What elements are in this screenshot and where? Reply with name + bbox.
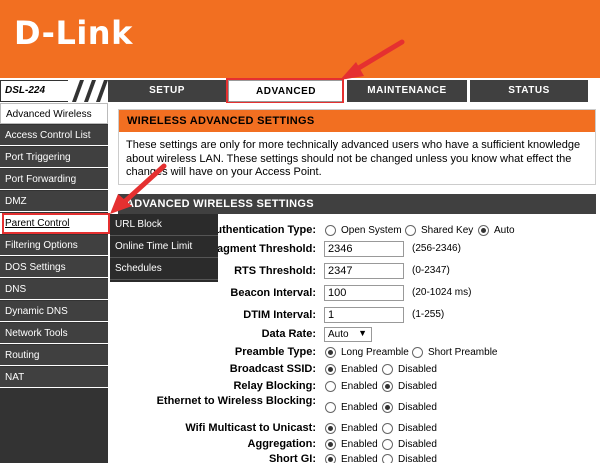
relay-blocking-label: Relay Blocking: <box>233 380 316 392</box>
sgi-enabled-label: Enabled <box>341 454 378 463</box>
wmc-disabled-label: Disabled <box>398 423 437 434</box>
frag-threshold-hint: (256-2346) <box>412 243 461 254</box>
arrow-to-advanced-icon <box>340 39 405 80</box>
rts-threshold-input[interactable]: 2347 <box>324 263 404 279</box>
tab-setup[interactable]: SETUP <box>108 80 226 102</box>
data-rate-label: Data Rate: <box>261 328 316 340</box>
sidebar-item-network-tools[interactable]: Network Tools <box>0 323 108 344</box>
aggregation-label: Aggregation: <box>247 438 316 450</box>
preamble-long-label: Long Preamble <box>341 347 409 358</box>
sidebar-item-advanced-wireless[interactable]: Advanced Wireless <box>0 103 108 124</box>
broadcast-disabled-label: Disabled <box>398 364 437 375</box>
aggr-enabled-label: Enabled <box>341 439 378 450</box>
frag-threshold-input[interactable]: 2346 <box>324 241 404 257</box>
sidebar-item-dns[interactable]: DNS <box>0 279 108 300</box>
sidebar-item-routing[interactable]: Routing <box>0 345 108 366</box>
dtim-interval-input[interactable]: 1 <box>324 307 404 323</box>
relay-enabled-label: Enabled <box>341 381 378 392</box>
sidebar-item-port-triggering[interactable]: Port Triggering <box>0 147 108 168</box>
header-bar: D-Link <box>0 0 600 78</box>
eth2w-disabled-label: Disabled <box>398 402 437 413</box>
section-title: ADVANCED WIRELESS SETTINGS <box>118 194 596 214</box>
wmc-enabled-label: Enabled <box>341 423 378 434</box>
tab-status[interactable]: STATUS <box>470 80 588 102</box>
aggr-enabled-radio[interactable] <box>325 439 336 450</box>
sidebar-item-filtering-options[interactable]: Filtering Options <box>0 235 108 256</box>
preamble-short-label: Short Preamble <box>428 347 498 358</box>
auth-shared-label: Shared Key <box>421 225 474 236</box>
eth2w-disabled-radio[interactable] <box>382 402 393 413</box>
wmc-disabled-radio[interactable] <box>382 423 393 434</box>
parent-control-submenu: URL Block Online Time Limit Schedules <box>110 214 218 282</box>
sidebar-item-dynamic-dns[interactable]: Dynamic DNS <box>0 301 108 322</box>
sidebar-item-nat[interactable]: NAT <box>0 367 108 388</box>
broadcast-disabled-radio[interactable] <box>382 364 393 375</box>
data-rate-value: Auto <box>328 329 349 340</box>
auth-open-label: Open System <box>341 225 402 236</box>
submenu-item-online-time-limit[interactable]: Online Time Limit <box>110 236 218 258</box>
sgi-enabled-radio[interactable] <box>325 454 336 463</box>
beacon-interval-hint: (20-1024 ms) <box>412 287 472 298</box>
dtim-interval-label: DTIM Interval: <box>243 309 316 321</box>
sgi-disabled-radio[interactable] <box>382 454 393 463</box>
arrow-to-parent-control-icon <box>110 163 167 214</box>
beacon-interval-label: Beacon Interval: <box>230 287 316 299</box>
eth2w-enabled-label: Enabled <box>341 402 378 413</box>
sidebar-item-dos-settings[interactable]: DOS Settings <box>0 257 108 278</box>
relay-disabled-label: Disabled <box>398 381 437 392</box>
broadcast-ssid-label: Broadcast SSID: <box>229 363 316 375</box>
page-title: WIRELESS ADVANCED SETTINGS <box>127 115 315 127</box>
submenu-item-schedules[interactable]: Schedules <box>110 258 218 280</box>
data-rate-select[interactable]: Auto ▼ <box>324 327 372 342</box>
eth2w-enabled-radio[interactable] <box>325 402 336 413</box>
wifi-multicast-label: Wifi Multicast to Unicast: <box>185 422 316 434</box>
short-gi-label: Short GI: <box>268 453 316 463</box>
chevron-down-icon: ▼ <box>358 328 367 338</box>
page-description: These settings are only for more technic… <box>126 139 581 178</box>
beacon-interval-input[interactable]: 100 <box>324 285 404 301</box>
aggr-disabled-label: Disabled <box>398 439 437 450</box>
sidebar-item-access-control-list[interactable]: Access Control List <box>0 125 108 146</box>
highlight-parent-control <box>2 213 110 234</box>
dtim-interval-hint: (1-255) <box>412 309 445 320</box>
preamble-long-radio[interactable] <box>325 347 336 358</box>
auth-auto-label: Auto <box>494 225 515 236</box>
sidebar-item-dmz[interactable]: DMZ <box>0 191 108 212</box>
sgi-disabled-label: Disabled <box>398 454 437 463</box>
wmc-enabled-radio[interactable] <box>325 423 336 434</box>
preamble-type-label: Preamble Type: <box>234 346 316 358</box>
preamble-short-radio[interactable] <box>412 347 423 358</box>
auth-open-radio[interactable] <box>325 225 336 236</box>
tab-separator <box>68 80 109 102</box>
auth-auto-radio[interactable] <box>478 225 489 236</box>
model-label: DSL-224 <box>0 80 70 102</box>
relay-enabled-radio[interactable] <box>325 381 336 392</box>
relay-disabled-radio[interactable] <box>382 381 393 392</box>
broadcast-enabled-radio[interactable] <box>325 364 336 375</box>
aggr-disabled-radio[interactable] <box>382 439 393 450</box>
broadcast-enabled-label: Enabled <box>341 364 378 375</box>
sidebar-item-port-forwarding[interactable]: Port Forwarding <box>0 169 108 190</box>
auth-shared-radio[interactable] <box>405 225 416 236</box>
eth-wireless-blocking-label: Ethernet to Wireless Blocking: <box>156 395 316 407</box>
rts-threshold-hint: (0-2347) <box>412 265 450 276</box>
dlink-logo: D-Link <box>14 14 133 52</box>
sidebar: Advanced Wireless Access Control List Po… <box>0 103 108 463</box>
highlight-advanced <box>226 78 344 104</box>
